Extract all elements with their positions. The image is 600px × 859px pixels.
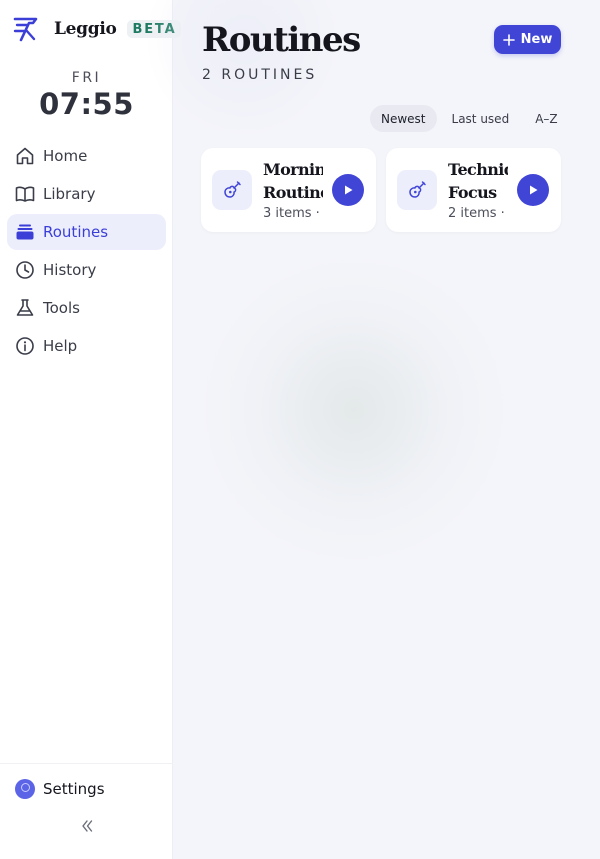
routine-text: Morning Routine 3 items · … (263, 158, 323, 221)
page-title: Routines (202, 20, 361, 60)
settings-button[interactable]: Settings (0, 763, 173, 813)
sidebar: Leggio BETA FRI 07:55 Home Library Routi… (0, 0, 182, 859)
sort-tabs: Newest Last used A–Z (370, 105, 573, 132)
sidebar-item-label: Library (43, 185, 96, 203)
home-icon (15, 146, 35, 166)
routine-count: 2 ROUTINES (202, 67, 318, 83)
guitar-icon (397, 170, 437, 210)
clock-time: 07:55 (39, 87, 134, 121)
double-chevron-left-icon[interactable] (79, 818, 95, 834)
play-icon (530, 185, 538, 195)
layers-icon (15, 222, 35, 242)
sort-option-last-used[interactable]: Last used (441, 105, 521, 132)
avatar (15, 778, 35, 799)
flask-icon (15, 298, 35, 318)
routine-text: Techniq Focus 2 items · … (448, 158, 508, 221)
routine-name-line2: Routine (263, 183, 323, 202)
clock-day: FRI (71, 70, 102, 86)
sidebar-item-library[interactable]: Library (7, 176, 166, 212)
routine-card[interactable]: Morning Routine 3 items · … (201, 148, 376, 232)
sidebar-item-label: Help (43, 337, 78, 355)
routine-name-line2: Focus (448, 183, 497, 202)
info-icon (15, 336, 35, 356)
sort-option-newest[interactable]: Newest (370, 105, 437, 132)
play-button[interactable] (517, 174, 549, 206)
sidebar-item-label: History (43, 261, 97, 279)
sidebar-item-label: Home (43, 147, 88, 165)
routine-name-line1: Techniq (448, 160, 508, 179)
sidebar-item-label: Tools (43, 299, 80, 317)
main-content: Routines 2 ROUTINES New Newest Last used… (144, 0, 600, 859)
sidebar-item-label: Routines (43, 223, 109, 241)
sidebar-item-history[interactable]: History (7, 252, 166, 288)
brand-name: Leggio (54, 19, 117, 39)
sidebar-nav: Home Library Routines History Tools Help (7, 138, 166, 366)
sidebar-item-help[interactable]: Help (7, 328, 166, 364)
sort-option-a-z[interactable]: A–Z (524, 105, 568, 132)
play-button[interactable] (332, 174, 364, 206)
routine-list: Morning Routine 3 items · … Techniq Focu… (201, 148, 571, 232)
clock-icon (15, 260, 35, 280)
background-glow (194, 250, 514, 570)
sidebar-item-routines[interactable]: Routines (7, 214, 166, 250)
book-icon (15, 184, 35, 204)
routine-name-line1: Morning (263, 160, 323, 179)
new-button-label: New (520, 32, 553, 47)
guitar-icon (212, 170, 252, 210)
clock: FRI 07:55 (0, 70, 173, 121)
plus-icon (502, 33, 515, 46)
routine-meta: 3 items · … (263, 206, 323, 221)
sidebar-item-home[interactable]: Home (7, 138, 166, 174)
leggio-logo-icon (12, 15, 40, 43)
settings-label: Settings (43, 779, 105, 798)
routine-meta: 2 items · … (448, 206, 508, 221)
routine-card[interactable]: Techniq Focus 2 items · … (386, 148, 561, 232)
new-routine-button[interactable]: New (494, 25, 561, 54)
play-icon (345, 185, 353, 195)
sidebar-item-tools[interactable]: Tools (7, 290, 166, 326)
